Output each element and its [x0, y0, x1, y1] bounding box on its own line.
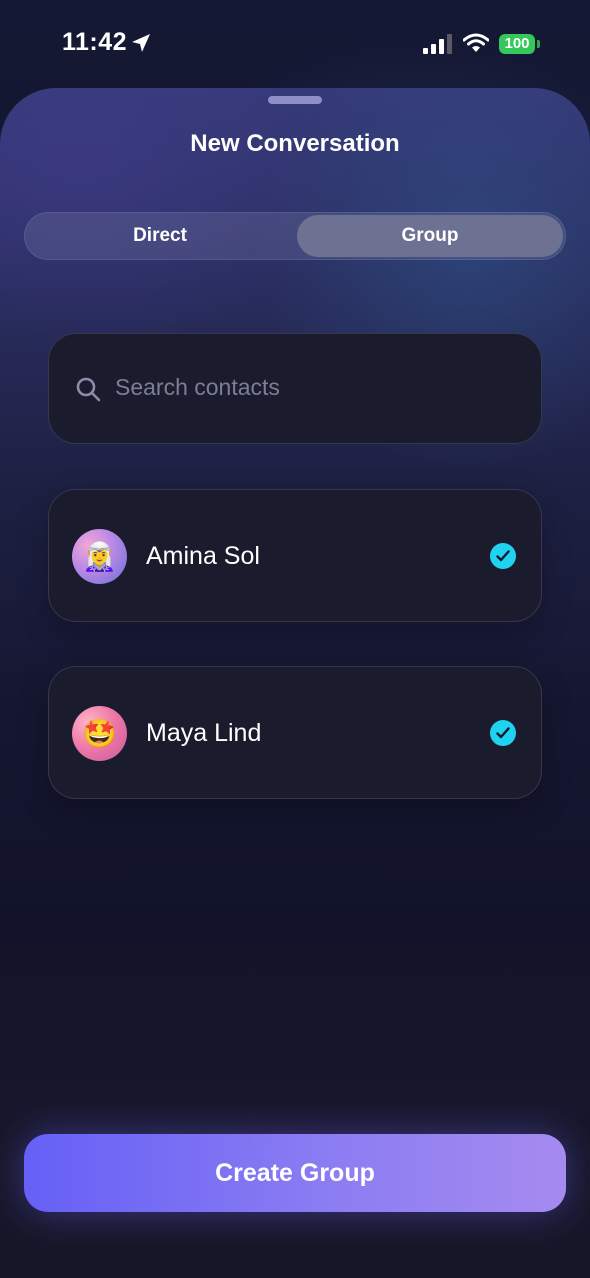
new-conversation-sheet: New Conversation Direct Group Search con… — [0, 88, 590, 1278]
search-input[interactable]: Search contacts — [48, 333, 542, 444]
avatar: 🧝‍♀️ — [72, 529, 127, 584]
contact-row-maya-lind[interactable]: 🤩 Maya Lind — [48, 666, 542, 799]
checkmark-icon[interactable] — [490, 543, 516, 569]
create-group-button[interactable]: Create Group — [24, 1134, 566, 1212]
battery-icon: 100 — [499, 34, 535, 54]
tab-direct[interactable]: Direct — [27, 215, 293, 257]
contact-name: Maya Lind — [146, 719, 262, 747]
sheet-grabber[interactable] — [268, 96, 322, 104]
conversation-type-segmented-control: Direct Group — [24, 212, 566, 260]
search-icon — [76, 377, 101, 402]
contact-row-amina-sol[interactable]: 🧝‍♀️ Amina Sol — [48, 489, 542, 622]
signal-icon — [423, 34, 452, 54]
search-placeholder: Search contacts — [115, 374, 280, 400]
avatar: 🤩 — [72, 706, 127, 761]
location-arrow-icon — [132, 34, 150, 52]
status-time: 11:42 — [62, 28, 128, 56]
contact-name: Amina Sol — [146, 542, 260, 570]
status-bar: 11:42 100 — [0, 0, 590, 88]
tab-group[interactable]: Group — [297, 215, 563, 257]
battery-nub — [537, 40, 540, 48]
wifi-icon — [463, 33, 489, 52]
sheet-title: New Conversation — [190, 130, 400, 157]
checkmark-icon[interactable] — [490, 720, 516, 746]
